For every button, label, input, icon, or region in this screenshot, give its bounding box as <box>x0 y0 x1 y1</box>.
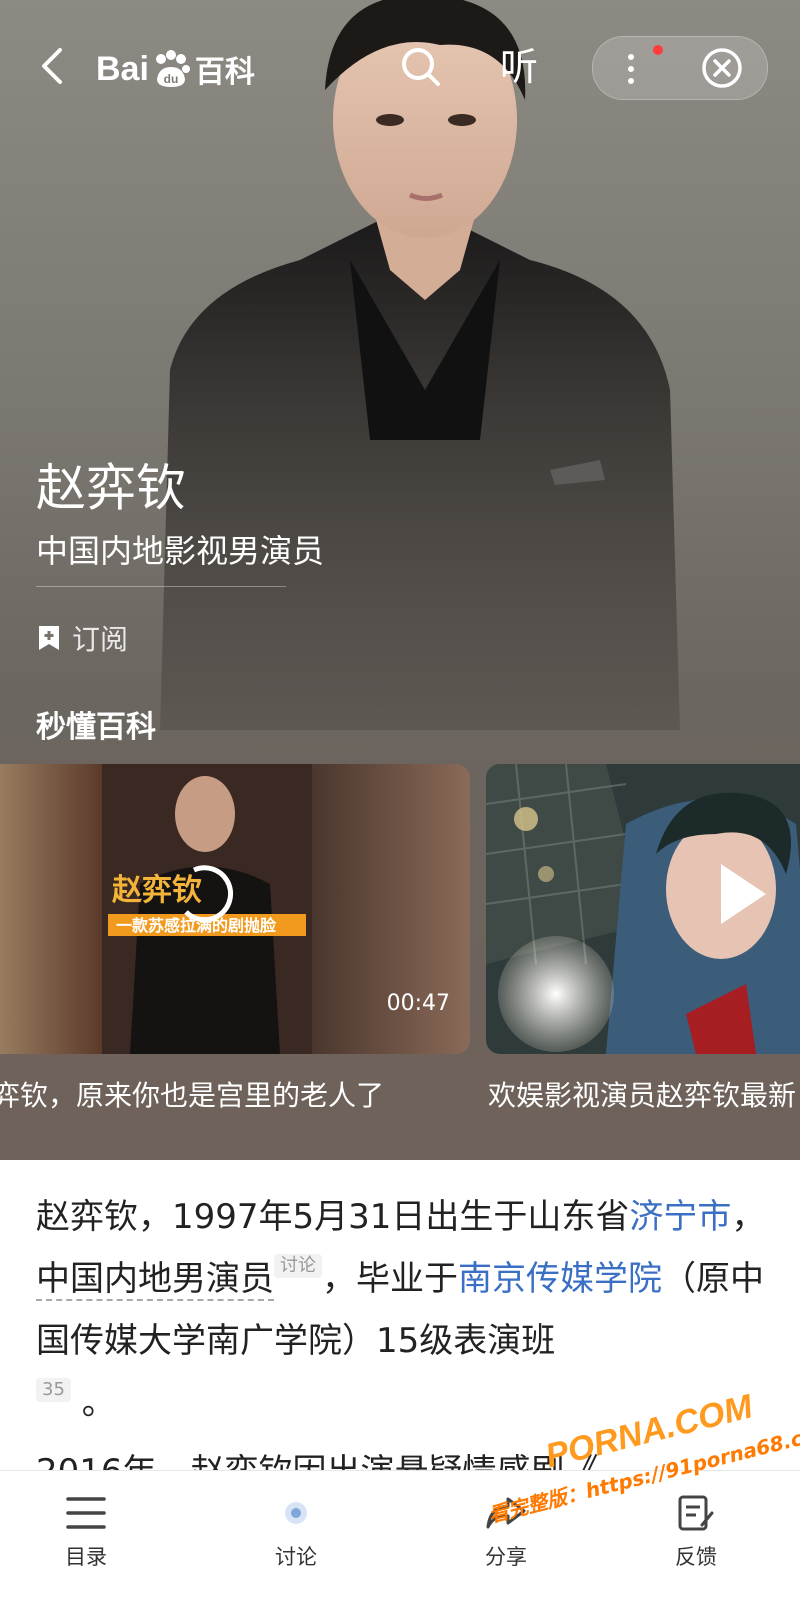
link-jining[interactable]: 济宁市 <box>629 1197 731 1237</box>
more-options-icon[interactable] <box>621 51 641 87</box>
discuss-icon <box>285 1502 307 1524</box>
top-navigation-bar: Bai du 百科 听 <box>0 30 800 110</box>
article-text: 。 <box>81 1383 116 1423</box>
baidu-baike-logo[interactable]: Bai du 百科 <box>96 46 255 92</box>
tab-discuss[interactable]: 讨论 <box>236 1493 356 1571</box>
reference-number[interactable]: 35 <box>36 1378 71 1402</box>
close-icon[interactable] <box>701 47 743 89</box>
back-arrow-icon[interactable] <box>32 44 76 88</box>
hero-section: Bai du 百科 听 赵弈钦 中国内地影视男演员 订阅 秒懂百科 赵弈钦 一款… <box>0 0 800 1160</box>
tab-feedback-label: 反馈 <box>675 1545 717 1569</box>
tab-toc-label: 目录 <box>65 1545 107 1569</box>
link-nanjing-media-college[interactable]: 南京传媒学院 <box>458 1259 662 1299</box>
divider <box>36 586 286 587</box>
quick-baike-title: 秒懂百科 <box>36 710 156 745</box>
logo-bai-text: Bai <box>96 49 149 88</box>
video-card[interactable] <box>486 764 800 1054</box>
video-thumbnail <box>486 764 800 1054</box>
logo-baike-text: 百科 <box>194 55 255 90</box>
video-duration: 00:47 <box>386 991 450 1016</box>
list-icon <box>66 1497 106 1529</box>
term-chinese-actor[interactable]: 中国内地男演员 <box>36 1259 274 1301</box>
miniapp-capsule <box>592 36 768 100</box>
bookmark-plus-icon <box>39 626 59 650</box>
logo-du-text: du <box>164 72 179 86</box>
notification-dot <box>653 45 663 55</box>
article-text: ，毕业于 <box>322 1259 458 1299</box>
listen-button[interactable]: 听 <box>500 44 538 90</box>
tab-discuss-label: 讨论 <box>275 1545 317 1569</box>
subscribe-label: 订阅 <box>72 623 129 656</box>
baidu-paw-icon: du <box>155 50 190 87</box>
article-text: ， <box>731 1197 766 1237</box>
search-icon[interactable] <box>398 44 444 90</box>
subscribe-button[interactable]: 订阅 <box>36 618 128 658</box>
article-text: 赵弈钦，1997年5月31日出生于山东省 <box>36 1197 630 1237</box>
video-overlay-title: 赵弈钦 <box>112 873 202 908</box>
video-caption[interactable]: 弈钦，原来你也是宫里的老人了 <box>0 1074 384 1114</box>
person-description: 中国内地影视男演员 <box>36 532 325 570</box>
discuss-tag[interactable]: 讨论 <box>274 1254 322 1278</box>
video-caption[interactable]: 欢娱影视演员赵弈钦最新 <box>488 1074 796 1114</box>
video-card[interactable]: 赵弈钦 一款苏感拉满的剧抛脸 00:47 <box>0 764 470 1054</box>
tab-toc[interactable]: 目录 <box>26 1493 146 1571</box>
person-name: 赵弈钦 <box>36 459 186 517</box>
